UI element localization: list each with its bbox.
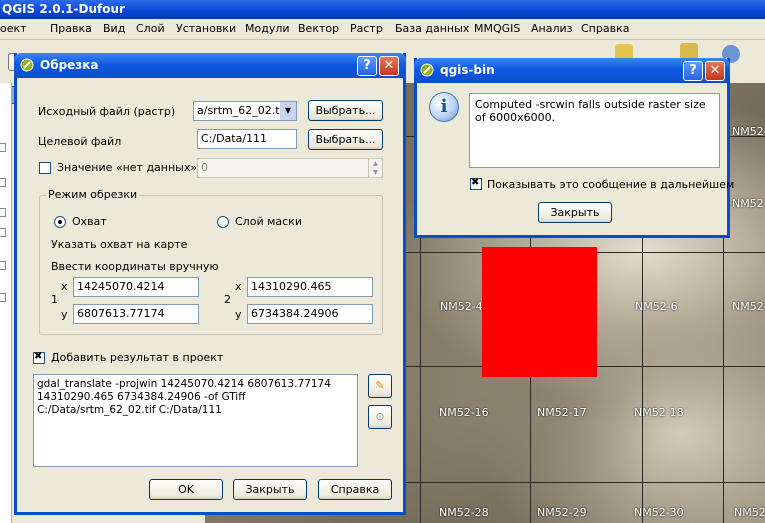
tile-label: NM52-4 xyxy=(440,300,483,313)
clip-extent-rectangle xyxy=(482,247,597,377)
tile-label: NM52-16 xyxy=(439,406,489,419)
nodata-value: 0 xyxy=(201,161,208,174)
message-text: Computed -srcwin falls outside raster si… xyxy=(475,98,706,124)
tile-label: NM52- xyxy=(732,197,765,210)
close-button[interactable]: Закрыть xyxy=(233,479,307,500)
corner2-label: 2 xyxy=(224,293,231,306)
tree-expander[interactable] xyxy=(0,261,6,270)
reset-icon: ⊙ xyxy=(375,410,385,423)
tree-expander[interactable] xyxy=(0,178,6,187)
edit-command-button[interactable]: ✎ xyxy=(368,374,392,398)
output-file-field[interactable]: C:/Data/111 xyxy=(197,129,297,149)
ok-button[interactable]: OK xyxy=(149,479,223,500)
x2-label: x xyxy=(235,280,242,293)
pencil-icon: ✎ xyxy=(375,379,385,392)
menu-bar: оект Правка Вид Слой Установки Модули Ве… xyxy=(0,19,765,40)
menu-analysis[interactable]: Анализ xyxy=(531,22,573,35)
tree-expander[interactable] xyxy=(0,228,6,237)
help-button[interactable]: ? xyxy=(683,61,703,81)
y1-field[interactable]: 6807613.77174 xyxy=(73,304,199,324)
x1-label: x xyxy=(61,280,68,293)
app-title: QGIS 2.0.1-Dufour xyxy=(2,2,125,16)
tree-expander[interactable] xyxy=(0,293,6,302)
clip-mode-title: Режим обрезки xyxy=(46,188,140,201)
menu-help[interactable]: Справка xyxy=(581,22,629,35)
show-again-label: Показывать это сообщение в дальнейшем xyxy=(487,178,735,191)
menu-vector[interactable]: Вектор xyxy=(298,22,339,35)
show-again-checkbox[interactable] xyxy=(470,177,482,190)
tile-label: NM52-28 xyxy=(439,506,489,519)
clip-dialog-title-bar: Обрезка ? ✕ xyxy=(14,53,406,78)
layers-panel xyxy=(0,83,12,523)
qgis-logo-icon xyxy=(20,58,34,72)
menu-project[interactable]: оект xyxy=(0,22,27,35)
browse-output-button[interactable]: Выбрать... xyxy=(308,129,383,150)
tile-label: NM52- xyxy=(732,300,765,313)
add-result-label: Добавить результат в проект xyxy=(51,351,224,364)
close-icon[interactable]: ✕ xyxy=(379,56,399,76)
manual-coords-hint: Ввести координаты вручную xyxy=(51,260,219,273)
message-dialog: qgis-bin ? ✕ i Computed -srcwin falls ou… xyxy=(414,58,734,238)
x1-field[interactable]: 14245070.4214 xyxy=(73,277,199,297)
tile-label: NM52- xyxy=(734,506,765,519)
menu-database[interactable]: База данных xyxy=(395,22,469,35)
message-text-area: Computed -srcwin falls outside raster si… xyxy=(469,93,720,168)
tile-label: NM52- xyxy=(732,125,765,138)
menu-layer[interactable]: Слой xyxy=(136,22,165,35)
menu-view[interactable]: Вид xyxy=(103,22,125,35)
input-file-label: Исходный файл (растр) xyxy=(38,105,176,118)
app-title-bar: QGIS 2.0.1-Dufour xyxy=(0,0,765,19)
nodata-label: Значение «нет данных» xyxy=(57,161,198,174)
extent-radio[interactable] xyxy=(54,216,66,228)
y2-field[interactable]: 6734384.24906 xyxy=(247,304,373,324)
nodata-spinbox[interactable]: 0 ▲ ▼ xyxy=(197,158,383,178)
mask-radio[interactable] xyxy=(217,216,229,228)
close-icon[interactable]: ✕ xyxy=(705,61,725,81)
tile-label: NM52-29 xyxy=(537,506,587,519)
corner1-label: 1 xyxy=(51,293,58,306)
x2-field[interactable]: 14310290.465 xyxy=(247,277,373,297)
mask-radio-label: Слой маски xyxy=(235,215,302,228)
browse-input-button[interactable]: Выбрать... xyxy=(308,100,383,121)
map-extent-hint: Указать охват на карте xyxy=(51,238,188,251)
input-file-value: a/srtm_62_02.tif xyxy=(197,104,287,117)
spin-arrows-icon[interactable]: ▲ ▼ xyxy=(368,159,382,177)
tile-label: NM52-18 xyxy=(634,406,684,419)
tree-expander[interactable] xyxy=(0,143,6,152)
clip-dialog: Обрезка ? ✕ Исходный файл (растр) a/srtm… xyxy=(14,53,406,515)
menu-plugins[interactable]: Модули xyxy=(245,22,290,35)
y2-label: y xyxy=(235,308,242,321)
tile-label: NM52-17 xyxy=(537,406,587,419)
help-button[interactable]: ? xyxy=(357,56,377,76)
extent-radio-label: Охват xyxy=(72,215,107,228)
help-text-button[interactable]: Справка xyxy=(318,479,392,500)
tree-expander[interactable] xyxy=(0,208,6,217)
message-dialog-title-bar: qgis-bin ? ✕ xyxy=(414,58,730,83)
message-dialog-title: qgis-bin xyxy=(440,63,495,77)
qgis-logo-icon xyxy=(420,63,434,77)
reset-command-button[interactable]: ⊙ xyxy=(368,405,392,429)
tile-label: NM52-6 xyxy=(635,300,678,313)
add-result-checkbox[interactable] xyxy=(33,351,45,364)
menu-edit[interactable]: Правка xyxy=(50,22,92,35)
command-text-area[interactable]: gdal_translate -projwin 14245070.4214 68… xyxy=(33,374,358,467)
menu-mmqgis[interactable]: MMQGIS xyxy=(474,22,520,35)
output-file-label: Целевой файл xyxy=(38,135,122,148)
menu-settings[interactable]: Установки xyxy=(176,22,236,35)
nodata-checkbox[interactable] xyxy=(39,162,51,174)
input-file-select[interactable]: a/srtm_62_02.tif ▼ xyxy=(193,101,297,121)
y1-label: y xyxy=(61,308,68,321)
message-close-button[interactable]: Закрыть xyxy=(538,202,612,223)
chevron-down-icon[interactable]: ▼ xyxy=(280,102,296,120)
tile-label: NM52-30 xyxy=(634,506,684,519)
gdal-command: gdal_translate -projwin 14245070.4214 68… xyxy=(37,378,331,416)
info-icon: i xyxy=(429,92,459,122)
menu-raster[interactable]: Растр xyxy=(350,22,383,35)
clip-dialog-title: Обрезка xyxy=(40,58,99,72)
